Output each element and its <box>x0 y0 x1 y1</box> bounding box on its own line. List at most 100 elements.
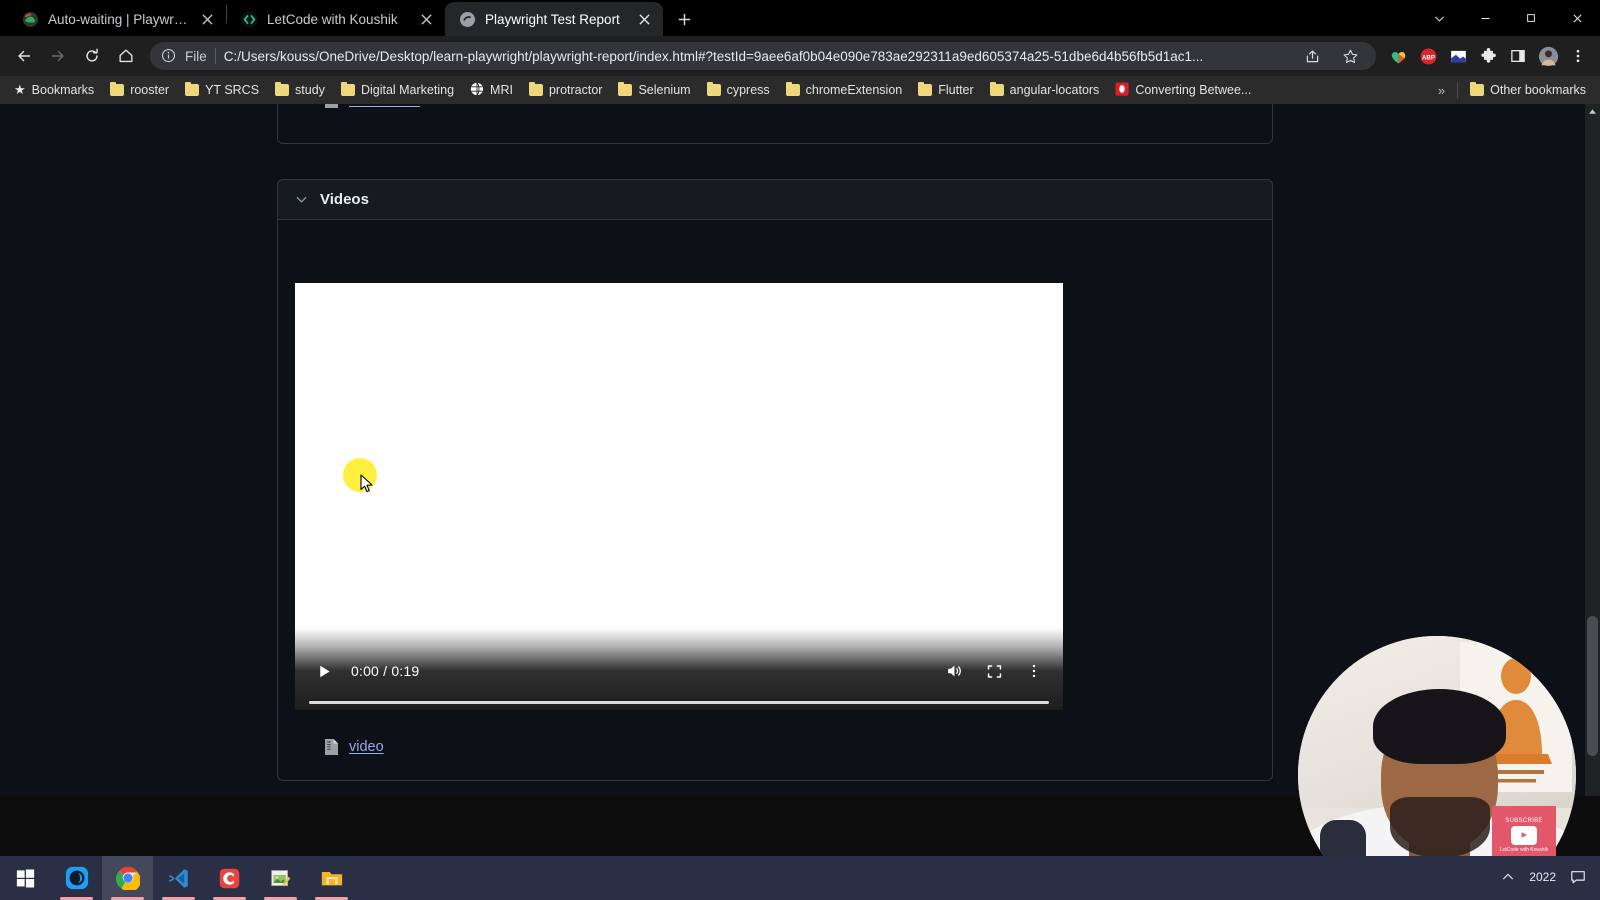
bookmark-yt-srcs[interactable]: YT SRCS <box>177 80 267 100</box>
omnibox-divider <box>214 48 216 64</box>
volume-icon[interactable] <box>941 658 967 684</box>
chrome-menu-icon[interactable] <box>1564 42 1592 70</box>
image-extension-icon[interactable] <box>1444 42 1472 70</box>
bookmark-label: cypress <box>726 83 770 97</box>
address-bar[interactable]: File C:/Users/kouss/OneDrive/Desktop/lea… <box>150 42 1376 70</box>
forward-arrow-icon[interactable] <box>42 40 74 72</box>
bookmark-study[interactable]: study <box>267 80 333 100</box>
heart-extension-icon[interactable] <box>1384 42 1412 70</box>
video-controls: 0:00 / 0:19 <box>295 628 1063 710</box>
reload-icon[interactable] <box>76 40 108 72</box>
close-icon[interactable] <box>635 10 653 28</box>
video-progress[interactable] <box>295 694 1063 710</box>
close-icon[interactable] <box>198 10 216 28</box>
bookmark-cypress[interactable]: cypress <box>699 80 778 100</box>
tab-strip: Auto-waiting | Playwright LetCode with K… <box>0 0 1600 36</box>
bookmark-angular-locators[interactable]: angular-locators <box>982 80 1108 100</box>
home-icon[interactable] <box>110 40 142 72</box>
omnibox-actions <box>1298 42 1364 70</box>
bookmark-label: Selenium <box>638 83 691 97</box>
bookmark-mri[interactable]: MRI <box>462 79 521 102</box>
folder-icon <box>110 81 125 96</box>
minimize-icon[interactable] <box>1462 0 1508 36</box>
bookmark-flutter[interactable]: Flutter <box>910 80 981 100</box>
scrollbar-thumb[interactable] <box>1587 616 1598 756</box>
chevron-down-icon[interactable] <box>1416 0 1462 36</box>
bookmarks-overflow-button[interactable]: » <box>1430 83 1453 98</box>
windows-taskbar: 2022 <box>0 856 1600 900</box>
video-player[interactable]: 0:00 / 0:19 <box>295 283 1063 710</box>
video-link[interactable]: video <box>349 739 384 755</box>
tab-title: LetCode with Koushik <box>267 11 398 27</box>
folder-icon <box>1470 81 1485 96</box>
bookmark-protractor[interactable]: protractor <box>521 80 611 100</box>
other-bookmarks-folder[interactable]: Other bookmarks <box>1462 80 1594 100</box>
video-progress-track[interactable] <box>309 700 1049 704</box>
start-button[interactable] <box>0 856 51 900</box>
screenshot-link[interactable]: screenshot <box>349 104 420 108</box>
youtube-play-icon <box>1511 825 1537 845</box>
adblock-plus-icon[interactable]: ABP <box>1414 42 1442 70</box>
screenshot-attachment-card: screenshot <box>277 104 1273 144</box>
bookmark-digital-marketing[interactable]: Digital Marketing <box>333 80 462 100</box>
taskbar-vscode[interactable] <box>153 856 204 900</box>
share-icon[interactable] <box>1298 42 1326 70</box>
bookmark-converting-between[interactable]: Converting Betwee... <box>1107 79 1259 102</box>
tab-letcode[interactable]: LetCode with Koushik <box>227 2 445 36</box>
puzzle-extensions-icon[interactable] <box>1474 42 1502 70</box>
bookmark-chrome-extension[interactable]: chromeExtension <box>778 80 911 100</box>
opera-red-icon <box>1115 81 1129 99</box>
play-icon[interactable] <box>311 658 337 684</box>
videos-section-header[interactable]: Videos <box>277 179 1273 220</box>
videos-section: Videos 0:00 / 0:19 video <box>277 179 1273 781</box>
bookmark-selenium[interactable]: Selenium <box>610 80 698 100</box>
tab-playwright-test-report[interactable]: Playwright Test Report <box>445 2 663 36</box>
taskbar-app-blue[interactable] <box>51 856 102 900</box>
star-icon[interactable] <box>1336 42 1364 70</box>
bookmark-label: rooster <box>130 83 170 97</box>
taskbar-chrome[interactable] <box>102 856 153 900</box>
kebab-menu-icon[interactable] <box>1021 658 1047 684</box>
scroll-up-arrow-icon[interactable] <box>1585 104 1600 119</box>
webcam-hair <box>1373 688 1507 764</box>
folder-icon <box>706 81 721 96</box>
browser-window: Auto-waiting | Playwright LetCode with K… <box>0 0 1600 900</box>
browser-toolbar: File C:/Users/kouss/OneDrive/Desktop/lea… <box>0 36 1600 76</box>
bookmark-label: Bookmarks <box>31 83 95 97</box>
maximize-icon[interactable] <box>1508 0 1554 36</box>
close-icon[interactable] <box>417 10 435 28</box>
bookmarks-bar: ★ Bookmarks rooster YT SRCS study Digita… <box>0 76 1600 104</box>
folder-icon <box>185 81 200 96</box>
profile-avatar[interactable] <box>1534 42 1562 70</box>
chevron-down-icon[interactable] <box>295 193 308 206</box>
window-controls <box>1416 0 1600 36</box>
report-icon <box>459 11 476 28</box>
fullscreen-icon[interactable] <box>981 658 1007 684</box>
info-circle-icon[interactable] <box>161 48 177 64</box>
tab-auto-waiting[interactable]: Auto-waiting | Playwright <box>8 2 226 36</box>
folder-icon <box>528 81 543 96</box>
notification-icon[interactable] <box>1570 869 1586 888</box>
bookmark-label: study <box>295 83 325 97</box>
taskbar-file-explorer[interactable] <box>306 856 357 900</box>
bookmark-label: Other bookmarks <box>1490 83 1586 97</box>
new-tab-button[interactable] <box>669 4 699 34</box>
sidepanel-icon[interactable] <box>1504 42 1532 70</box>
bookmark-root[interactable]: ★ Bookmarks <box>6 79 102 101</box>
bookmark-label: Flutter <box>938 83 974 97</box>
file-icon <box>324 738 339 756</box>
bookmark-label: Converting Betwee... <box>1135 83 1252 97</box>
folder-icon <box>340 81 355 96</box>
clock-date[interactable]: 2022 <box>1529 870 1556 885</box>
close-icon[interactable] <box>1554 0 1600 36</box>
taskbar-snipping-tool[interactable] <box>255 856 306 900</box>
taskbar-camtasia[interactable] <box>204 856 255 900</box>
bookmark-rooster[interactable]: rooster <box>102 80 177 100</box>
subscribe-channel: LetCode with Koushik <box>1499 846 1549 853</box>
url-text: C:/Users/kouss/OneDrive/Desktop/learn-pl… <box>223 48 1204 64</box>
chevron-up-icon[interactable] <box>1501 870 1515 887</box>
video-controls-row: 0:00 / 0:19 <box>295 648 1063 694</box>
back-arrow-icon[interactable] <box>8 40 40 72</box>
vertical-scrollbar[interactable] <box>1585 104 1600 796</box>
system-tray: 2022 <box>1501 856 1600 900</box>
